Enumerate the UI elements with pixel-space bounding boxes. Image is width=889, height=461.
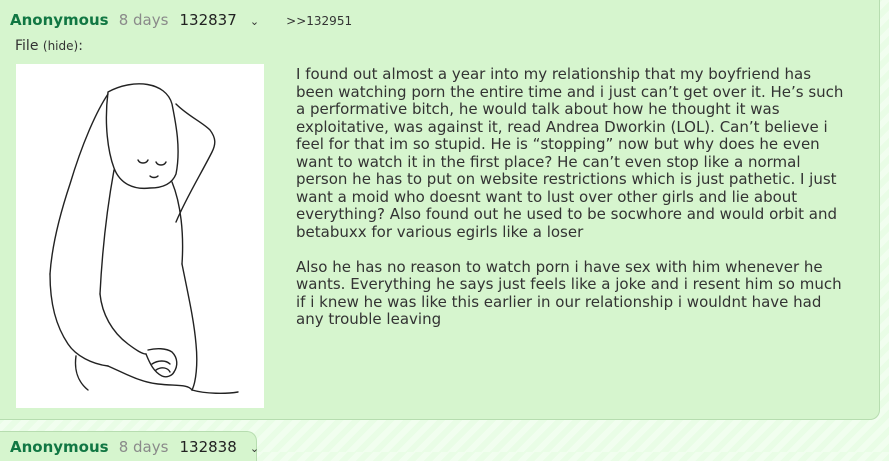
- post-body: I found out almost a year into my relati…: [296, 65, 851, 329]
- post-menu-chevron-icon[interactable]: ⌄: [250, 15, 259, 28]
- backlink[interactable]: >>132951: [286, 14, 352, 28]
- file-info: File (hide):: [15, 38, 83, 54]
- post-header: Anonymous 8 days 132837 ⌄ >>132951: [10, 10, 352, 29]
- post-time: 8 days: [118, 11, 169, 29]
- post-paragraph-2: Also he has no reason to watch porn i ha…: [296, 257, 842, 328]
- file-label: File: [15, 38, 39, 54]
- next-reply-post: Anonymous 8 days 132838 ⌄: [0, 431, 259, 461]
- hide-file-link[interactable]: (hide): [43, 39, 78, 53]
- file-colon: :: [78, 38, 83, 54]
- post-menu-chevron-icon[interactable]: ⌄: [250, 442, 259, 455]
- poster-name: Anonymous: [10, 11, 109, 29]
- post-number[interactable]: 132837: [180, 11, 237, 29]
- poster-name: Anonymous: [10, 438, 109, 456]
- post-time: 8 days: [118, 438, 169, 456]
- angel-drawing: [49, 83, 239, 395]
- file-thumbnail[interactable]: [16, 64, 264, 408]
- post-paragraph-1: I found out almost a year into my relati…: [296, 65, 844, 241]
- reply-post: Anonymous 8 days 132837 ⌄ >>132951 File …: [0, 0, 880, 420]
- post-header: Anonymous 8 days 132838 ⌄: [10, 437, 259, 456]
- post-number[interactable]: 132838: [180, 438, 237, 456]
